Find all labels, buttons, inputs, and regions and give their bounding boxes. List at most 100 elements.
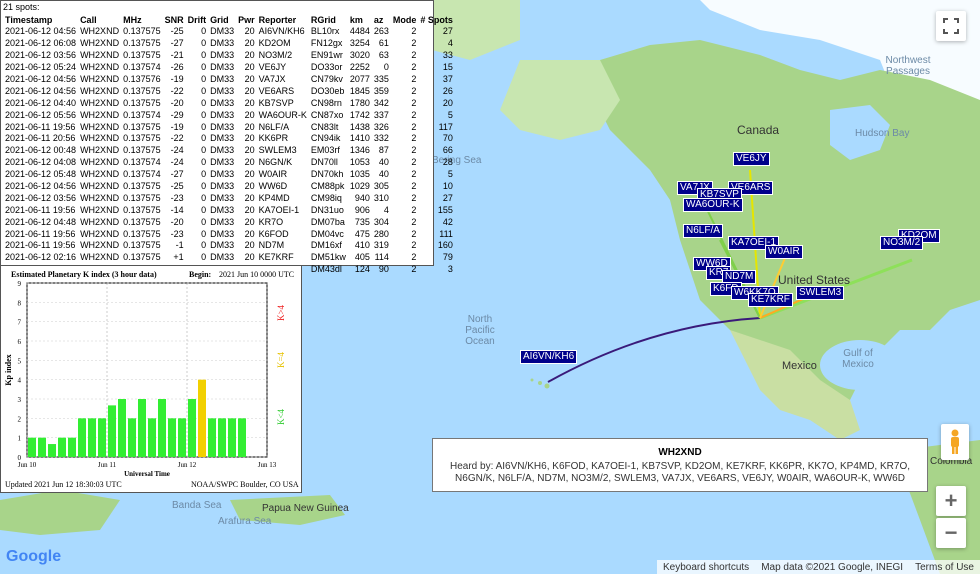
table-cell: KP4MD (258, 192, 290, 203)
marker-label[interactable]: SWLEM3 (796, 286, 845, 300)
table-cell: DM33 (210, 38, 235, 49)
table-cell: VE6ARS (258, 85, 295, 96)
table-cell: 2077 (349, 74, 370, 84)
table-cell: 0 (201, 192, 207, 203)
kp-bar (238, 418, 246, 457)
table-cell: KR7O (258, 216, 284, 227)
table-cell: -25 (170, 26, 184, 37)
spots-column-header: MHz (123, 14, 142, 25)
table-cell: 20 (244, 133, 255, 144)
kp-side-label: K>4 (276, 304, 286, 321)
table-cell: 2021-06-11 20:56 (5, 133, 76, 144)
kp-y-tick: 8 (18, 299, 22, 307)
table-row: 2021-06-12 04:56 WH2XND 0.137575 -25 0 DM33 20… (3, 26, 455, 38)
table-row: 2021-06-12 04:08 WH2XND 0.137574 -24 0 DM33 20… (3, 157, 455, 169)
table-cell: 0 (201, 121, 207, 132)
table-cell: 0 (201, 204, 207, 215)
terms-link[interactable]: Terms of Use (915, 562, 974, 573)
zoom-out-button[interactable]: − (936, 518, 966, 548)
spots-column-header: Grid (210, 14, 229, 25)
table-cell: 15 (442, 62, 453, 73)
table-cell: 20 (244, 228, 255, 239)
table-cell: DM33 (210, 157, 235, 168)
table-cell: 20 (244, 109, 255, 120)
kp-chart-panel: Estimated Planetary K index (3 hour data… (0, 265, 302, 493)
table-cell: DN31uo (310, 204, 344, 215)
table-cell: 4484 (349, 26, 370, 37)
table-cell: 0 (201, 38, 207, 49)
map-label-banda: Banda Sea (172, 500, 222, 511)
table-cell: 155 (437, 204, 453, 215)
table-cell: 0.137575 (123, 50, 161, 61)
kp-x-tick: Jun 10 (18, 461, 37, 469)
table-row: 2021-06-12 05:48 WH2XND 0.137574 -27 0 DM33 20… (3, 169, 455, 181)
kp-bar (138, 399, 146, 457)
table-row: 2021-06-12 03:56 WH2XND 0.137575 -21 0 DM33 20… (3, 50, 455, 62)
map-label-gulf: Gulf of Mexico (842, 348, 874, 370)
table-cell: 0.137574 (123, 157, 161, 168)
table-cell: 20 (442, 97, 453, 108)
map-label-arafura: Arafura Sea (218, 516, 272, 527)
table-cell: CN83lt (310, 121, 339, 132)
table-cell: BL10rx (310, 26, 340, 37)
spots-table: Timestamp Call MHz SNR Drift Grid Pwr Reporter R… (3, 13, 455, 276)
marker-label[interactable]: WA6OUR-K (683, 198, 743, 212)
table-cell: 4 (383, 204, 389, 215)
table-cell: 0 (201, 74, 207, 84)
table-cell: 2021-06-12 03:56 (5, 192, 77, 203)
spots-column-header: Pwr (238, 14, 255, 25)
kp-bar (98, 418, 106, 457)
map-footer: Keyboard shortcuts Map data ©2021 Google… (657, 560, 980, 574)
map-label-hudson: Hudson Bay (855, 128, 910, 139)
marker-label[interactable]: VE6JY (733, 152, 770, 166)
kp-bar (108, 405, 116, 457)
table-cell: 0 (201, 181, 207, 192)
table-cell: 111 (439, 228, 453, 239)
spots-count: 21 spots: (3, 2, 40, 12)
map-label-canada: Canada (737, 123, 780, 137)
table-cell: 20 (244, 145, 255, 156)
table-cell: WH2XND (80, 121, 120, 132)
table-cell: 2021-06-12 00:48 (5, 145, 77, 156)
fullscreen-button[interactable] (936, 11, 966, 41)
kp-bar (178, 418, 186, 457)
kp-y-tick: 1 (18, 435, 22, 443)
table-cell: 1780 (349, 97, 370, 108)
table-cell: N6GN/K (258, 157, 293, 168)
table-row: 2021-06-11 19:56 WH2XND 0.137575 -23 0 DM33 20… (3, 228, 455, 240)
table-cell: 20 (244, 85, 255, 96)
table-cell: WH2XND (80, 38, 120, 49)
zoom-in-button[interactable]: + (936, 486, 966, 516)
table-cell: 0 (201, 216, 207, 227)
table-cell: 337 (373, 109, 389, 120)
marker-label[interactable]: W0AIR (765, 245, 803, 259)
table-cell: 20 (244, 62, 255, 73)
table-cell: 0 (201, 85, 207, 96)
table-cell: SWLEM3 (258, 145, 297, 156)
marker-label[interactable]: NO3M/2 (880, 236, 924, 250)
pegman-button[interactable] (941, 424, 969, 460)
table-cell: 280 (373, 228, 389, 239)
table-cell: 2 (411, 264, 417, 275)
table-cell: 2021-06-12 04:56 (5, 26, 77, 37)
table-cell: 2021-06-12 02:16 (5, 252, 77, 263)
kp-bar (228, 418, 236, 457)
table-cell: 20 (244, 26, 255, 37)
table-cell: DM33 (210, 240, 235, 251)
map-label-png: Papua New Guinea (262, 503, 349, 514)
marker-label[interactable]: AI6VN/KH6 (520, 350, 578, 364)
google-logo[interactable]: Google (6, 548, 61, 566)
table-cell: 0 (383, 62, 389, 73)
table-row: 2021-06-12 02:16 WH2XND 0.137575 +1 0 DM33 20 K… (3, 252, 455, 264)
table-cell: W0AIR (258, 169, 288, 180)
table-cell: WH2XND (80, 252, 120, 263)
kp-y-tick: 9 (18, 280, 22, 288)
marker-label[interactable]: KE7KRF (748, 293, 793, 307)
table-cell: VA7JX (258, 74, 286, 84)
table-cell: DM16xf (310, 240, 342, 251)
marker-label[interactable]: N6LF/A (683, 224, 723, 238)
table-cell: CN79kv (310, 74, 343, 84)
table-cell: DM51kw (310, 252, 346, 263)
keyboard-shortcuts-link[interactable]: Keyboard shortcuts (663, 562, 749, 573)
spots-column-header: km (349, 14, 363, 25)
